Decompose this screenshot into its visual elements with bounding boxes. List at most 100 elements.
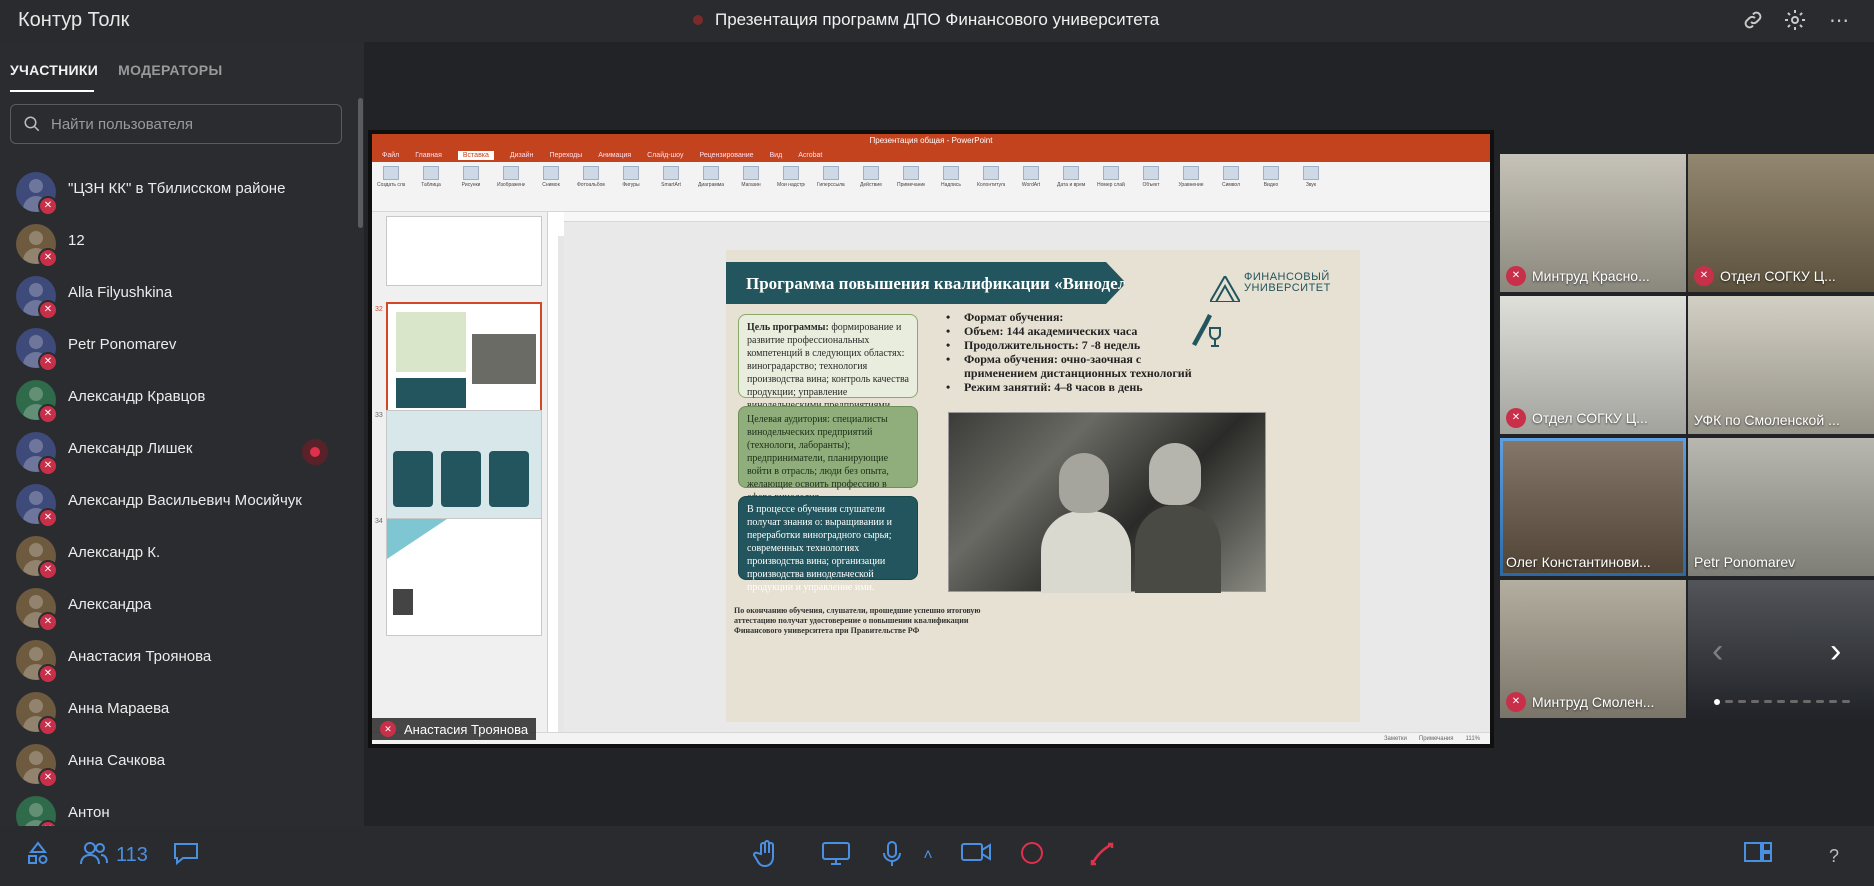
ppt-tab[interactable]: Анимация bbox=[598, 152, 631, 159]
ribbon-icon bbox=[503, 166, 519, 180]
ribbon-button[interactable]: Магазин bbox=[738, 166, 764, 188]
ribbon-button[interactable]: Таблица bbox=[418, 166, 444, 188]
ppt-tab[interactable]: Рецензирование bbox=[699, 152, 753, 159]
participant-row[interactable]: ✕ Александр Кравцов bbox=[0, 372, 356, 424]
ribbon-button[interactable]: SmartArt bbox=[658, 166, 684, 188]
camera-icon[interactable] bbox=[960, 840, 992, 872]
ppt-tab[interactable]: Слайд-шоу bbox=[647, 152, 683, 159]
mic-options-chevron-icon[interactable]: ˄ bbox=[912, 840, 944, 872]
search-input[interactable] bbox=[51, 115, 331, 133]
hangup-icon[interactable] bbox=[1086, 840, 1118, 872]
video-tile[interactable]: ✕ Минтруд Смолен... bbox=[1500, 580, 1686, 718]
participant-row[interactable]: ✕ "ЦЗН КК" в Тбилисском районе bbox=[0, 164, 356, 216]
ribbon-button[interactable]: Уравнение bbox=[1178, 166, 1204, 188]
ribbon-button[interactable]: Видео bbox=[1258, 166, 1284, 188]
tab-moderators[interactable]: МОДЕРАТОРЫ bbox=[118, 62, 222, 78]
ribbon-button[interactable]: Изображения из Интернета bbox=[497, 166, 525, 188]
ribbon-button[interactable]: Объект bbox=[1138, 166, 1164, 188]
participant-row[interactable]: ✕ Анна Мараева bbox=[0, 684, 356, 736]
video-tile[interactable]: ✕ Отдел СОГКУ Ц... bbox=[1688, 154, 1874, 292]
video-tile[interactable]: ✕ Минтруд Красно... bbox=[1500, 154, 1686, 292]
slide-thumbnail-selected[interactable] bbox=[386, 302, 542, 420]
ppt-tab[interactable]: Переходы bbox=[549, 152, 582, 159]
page-dot[interactable] bbox=[1829, 700, 1837, 703]
screen-share-icon[interactable] bbox=[820, 840, 852, 872]
more-options-icon[interactable]: ⋯ bbox=[1826, 8, 1852, 34]
video-tile[interactable]: УФК по Смоленской ... bbox=[1688, 296, 1874, 434]
next-page-icon[interactable]: › bbox=[1830, 632, 1841, 671]
page-dot[interactable] bbox=[1790, 700, 1798, 703]
video-tile[interactable]: Олег Константинови... bbox=[1500, 438, 1686, 576]
participants-icon[interactable] bbox=[78, 840, 110, 872]
participant-row[interactable]: ✕Антон bbox=[0, 788, 356, 826]
raise-hand-icon[interactable] bbox=[750, 840, 782, 872]
previous-page-icon[interactable]: ‹ bbox=[1712, 632, 1723, 671]
ribbon-button[interactable]: Примечание bbox=[897, 166, 925, 188]
mic-muted-icon: ✕ bbox=[38, 404, 58, 424]
ribbon-button[interactable]: Дата и время bbox=[1057, 166, 1085, 188]
ribbon-button[interactable]: Надпись bbox=[938, 166, 964, 188]
page-dot[interactable] bbox=[1764, 700, 1772, 703]
ribbon-button[interactable]: Гиперссылка bbox=[817, 166, 845, 188]
participants-sidebar: УЧАСТНИКИ МОДЕРАТОРЫ ✕ "ЦЗН КК" в Тбилисс… bbox=[0, 42, 364, 826]
zoom-level[interactable]: 111% bbox=[1466, 736, 1480, 742]
goal-text: формирование и развитие профессиональных… bbox=[747, 322, 909, 411]
page-dot[interactable] bbox=[1725, 700, 1733, 703]
ribbon-button[interactable]: Фотоальбом bbox=[577, 166, 605, 188]
participant-row[interactable]: ✕ Александр К. bbox=[0, 528, 356, 580]
tab-participants[interactable]: УЧАСТНИКИ bbox=[10, 62, 98, 78]
participant-row[interactable]: ✕ Александра bbox=[0, 580, 356, 632]
video-tile[interactable]: ✕ Отдел СОГКУ Ц... bbox=[1500, 296, 1686, 434]
ribbon-button[interactable]: Снимок bbox=[538, 166, 564, 188]
ribbon-button[interactable]: Звук bbox=[1298, 166, 1324, 188]
apps-icon[interactable] bbox=[22, 840, 54, 872]
slide-thumbnail[interactable] bbox=[386, 410, 542, 528]
participant-count[interactable]: 113 bbox=[116, 844, 148, 867]
page-dot[interactable] bbox=[1816, 700, 1824, 703]
ribbon-button[interactable]: Символ bbox=[1218, 166, 1244, 188]
notes-button[interactable]: Заметки bbox=[1384, 736, 1407, 742]
page-dot[interactable] bbox=[1777, 700, 1785, 703]
page-dot[interactable] bbox=[1714, 699, 1720, 705]
ppt-tab[interactable]: Дизайн bbox=[510, 152, 534, 159]
page-dot[interactable] bbox=[1803, 700, 1811, 703]
participant-row[interactable]: ✕ Alla Filyushkina bbox=[0, 268, 356, 320]
ribbon-button[interactable]: Фигуры bbox=[618, 166, 644, 188]
ribbon-button[interactable]: Номер слайда bbox=[1097, 166, 1125, 188]
ribbon-button[interactable]: Диаграмма bbox=[698, 166, 724, 188]
link-icon[interactable] bbox=[1740, 8, 1766, 34]
participant-row[interactable]: ✕ Анна Сачкова bbox=[0, 736, 356, 788]
help-icon[interactable]: ? bbox=[1820, 842, 1848, 870]
record-icon[interactable] bbox=[1016, 840, 1048, 872]
ppt-tab[interactable]: Главная bbox=[415, 152, 442, 159]
microphone-icon[interactable] bbox=[876, 840, 908, 872]
chat-icon[interactable] bbox=[170, 840, 202, 872]
ribbon-button[interactable]: Действие bbox=[858, 166, 884, 188]
ribbon-button[interactable]: Рисунки bbox=[458, 166, 484, 188]
ppt-tab[interactable]: Вставка bbox=[457, 150, 494, 160]
ppt-tab[interactable]: Вид bbox=[770, 152, 783, 159]
page-dot[interactable] bbox=[1738, 700, 1746, 703]
comments-button[interactable]: Примечания bbox=[1419, 736, 1454, 742]
ppt-tab[interactable]: Acrobat bbox=[798, 152, 822, 159]
page-dot[interactable] bbox=[1842, 700, 1850, 703]
participant-row[interactable]: ✕ Petr Ponomarev bbox=[0, 320, 356, 372]
settings-gear-icon[interactable] bbox=[1782, 8, 1808, 34]
layout-icon[interactable] bbox=[1742, 840, 1774, 872]
ribbon-button[interactable]: Мои надстройки bbox=[777, 166, 805, 188]
sidebar-scrollbar[interactable] bbox=[358, 98, 363, 228]
video-tile[interactable]: Petr Ponomarev bbox=[1688, 438, 1874, 576]
search-box[interactable] bbox=[10, 104, 342, 144]
slide-thumbnail[interactable] bbox=[386, 518, 542, 636]
participant-row[interactable]: ✕ 12 bbox=[0, 216, 356, 268]
ribbon-button[interactable]: WordArt bbox=[1018, 166, 1044, 188]
participant-name: Александр Кравцов bbox=[68, 388, 206, 405]
page-dot[interactable] bbox=[1751, 700, 1759, 703]
ribbon-button[interactable]: Колонтитулы bbox=[977, 166, 1005, 188]
ppt-tab[interactable]: Файл bbox=[382, 152, 399, 159]
participant-row[interactable]: ✕ Александр Лишек bbox=[0, 424, 356, 476]
participant-row[interactable]: ✕ Александр Васильевич Мосийчук bbox=[0, 476, 356, 528]
participant-row[interactable]: ✕ Анастасия Троянова bbox=[0, 632, 356, 684]
ribbon-button[interactable]: Создать слайд bbox=[377, 166, 405, 188]
slide-thumbnail[interactable] bbox=[386, 216, 542, 286]
